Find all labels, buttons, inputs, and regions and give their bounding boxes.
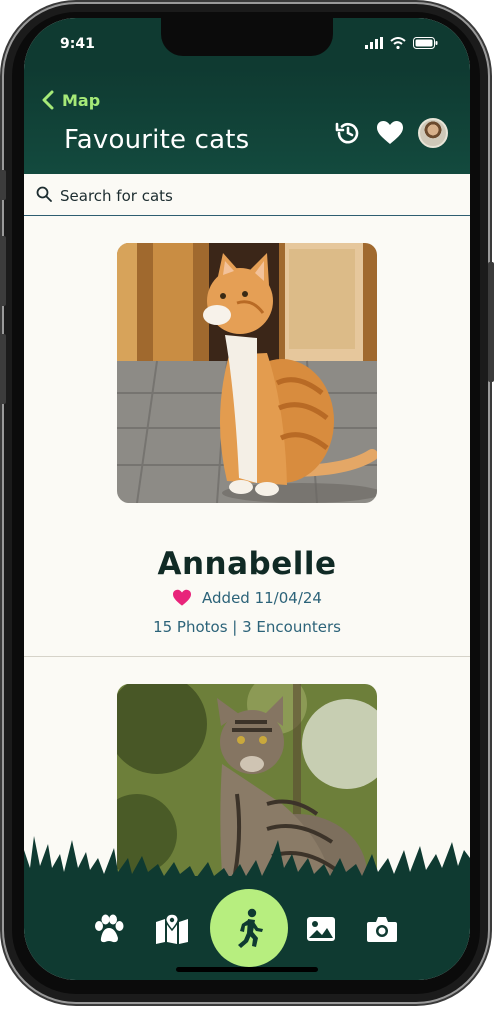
battery-icon xyxy=(413,37,438,49)
chevron-left-icon xyxy=(42,90,54,110)
app-screen: 9:41 Map Favourite cats Search for cats … xyxy=(24,18,470,980)
avatar[interactable] xyxy=(418,118,448,148)
cat-name: Annabelle xyxy=(157,546,337,582)
power-button xyxy=(488,262,494,382)
camera-notch xyxy=(161,18,333,56)
nav-camera[interactable] xyxy=(365,912,399,946)
added-date: Added 11/04/24 xyxy=(202,589,322,607)
volume-down-button xyxy=(0,334,6,404)
heart-icon[interactable] xyxy=(376,120,404,146)
app-header: Map Favourite cats xyxy=(24,68,470,174)
history-icon[interactable] xyxy=(334,119,362,147)
search-icon xyxy=(36,186,52,202)
back-to-map-link[interactable]: Map xyxy=(42,90,100,110)
status-time: 9:41 xyxy=(60,36,95,52)
back-link-label: Map xyxy=(62,90,101,110)
volume-up-button xyxy=(0,236,6,306)
cat-card[interactable]: Annabelle Added 11/04/24 15 Photos | 3 E… xyxy=(24,216,470,656)
camera-icon xyxy=(367,917,397,942)
signal-icon xyxy=(365,37,383,49)
nav-map[interactable] xyxy=(155,912,189,946)
cat-photo-orange[interactable] xyxy=(117,243,377,503)
added-date-row: Added 11/04/24 xyxy=(24,589,470,607)
header-actions xyxy=(334,118,448,148)
nav-gallery[interactable] xyxy=(304,912,338,946)
cat-stats: 15 Photos | 3 Encounters xyxy=(153,618,341,636)
search-input[interactable] xyxy=(58,182,452,210)
page-title: Favourite cats xyxy=(64,125,250,155)
mute-switch xyxy=(0,170,6,200)
paw-icon xyxy=(95,914,124,943)
favourite-heart-icon[interactable] xyxy=(172,589,192,607)
wifi-icon xyxy=(390,37,406,49)
orange-cat-image xyxy=(117,243,377,503)
start-walk-button[interactable] xyxy=(210,889,288,967)
map-icon xyxy=(156,914,188,944)
image-icon xyxy=(307,917,335,941)
home-indicator xyxy=(176,967,318,972)
nav-cats[interactable] xyxy=(92,912,126,946)
status-icons xyxy=(365,37,438,49)
search-bar xyxy=(24,174,470,216)
walking-icon xyxy=(238,908,263,948)
